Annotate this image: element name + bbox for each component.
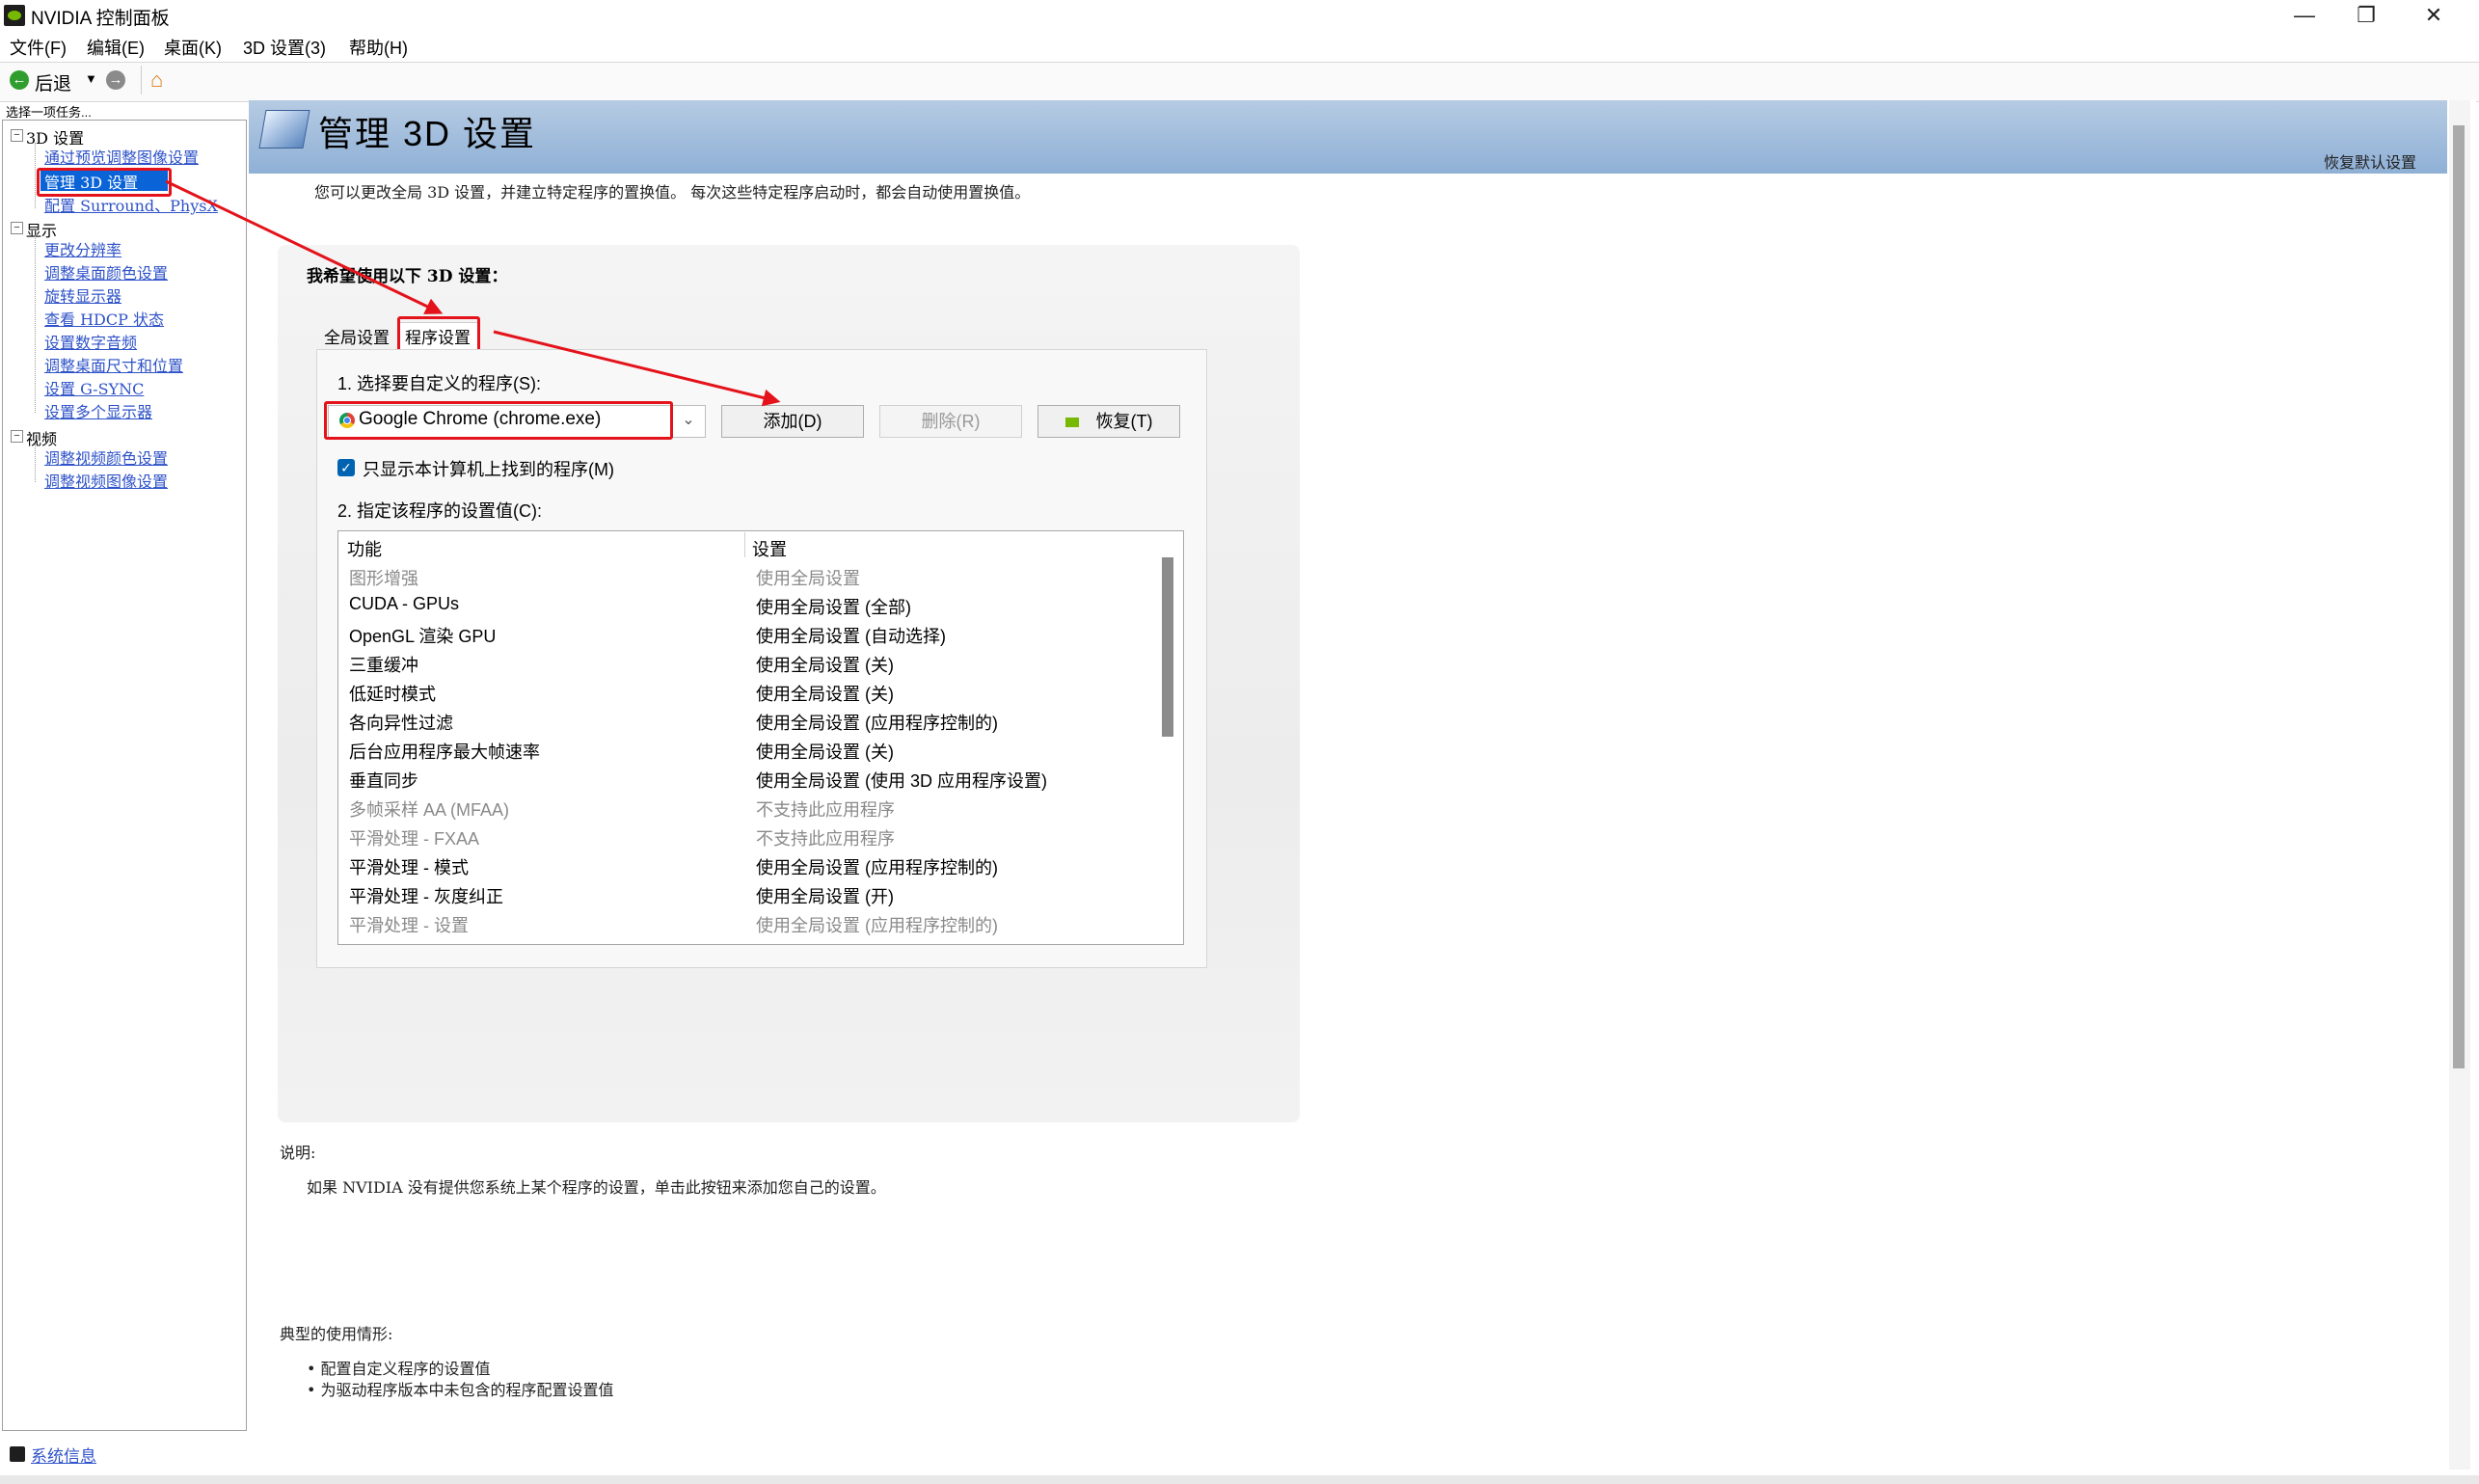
arrow-tab-to-add bbox=[493, 330, 781, 407]
arrow-sidebar-to-tab bbox=[165, 179, 444, 314]
annotation-arrows bbox=[165, 179, 781, 407]
